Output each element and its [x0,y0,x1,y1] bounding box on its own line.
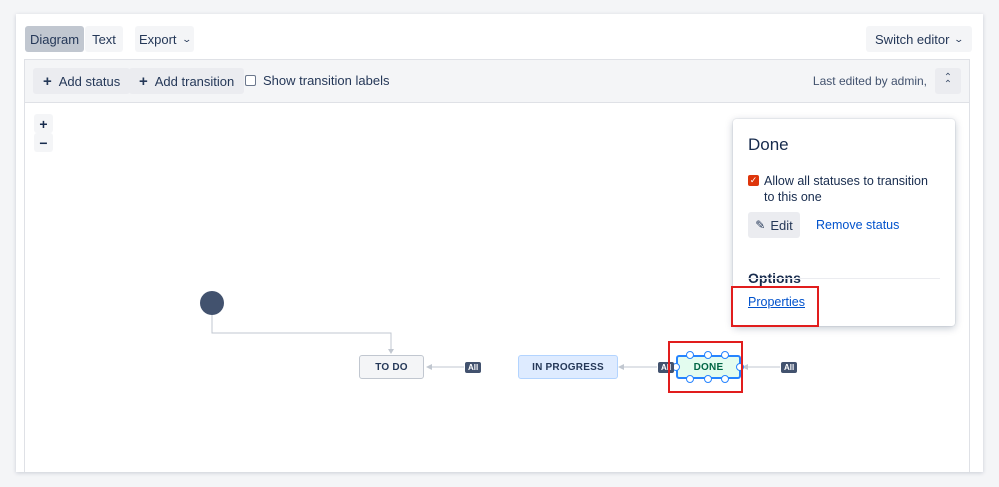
status-todo-label: TO DO [375,361,408,373]
status-todo[interactable]: TO DO [359,355,424,379]
zoom-out-label: − [39,134,48,151]
zoom-out-button[interactable]: − [34,133,53,152]
highlight-box-done [668,341,743,393]
plus-icon: + [43,72,52,90]
add-transition-button[interactable]: + Add transition [129,68,245,94]
plus-icon: + [139,72,148,90]
export-button[interactable]: Export ⌄ [135,26,194,52]
tab-diagram-label: Diagram [29,31,80,47]
all-badge-label: All [784,363,795,372]
export-label: Export [138,31,177,47]
switch-editor-label: Switch editor [875,31,950,47]
chevron-up-icon: ⌃ ⌃ [943,72,953,90]
panel-title: Done [748,135,789,154]
tab-text[interactable]: Text [85,26,123,52]
add-status-button[interactable]: + Add status [33,68,131,94]
show-labels-toggle[interactable]: Show transition labels [245,73,389,88]
remove-status-link[interactable]: Remove status [816,218,899,232]
chevron-down-icon: ⌄ [181,33,192,44]
edit-status-button[interactable]: ✎ Edit [748,212,800,238]
status-in-progress-label: IN PROGRESS [532,361,604,373]
chevron-down-icon: ⌄ [953,33,965,44]
tab-text-label: Text [92,31,116,47]
zoom-in-label: + [39,115,48,132]
editor-toolbar: + Add status + Add transition Show transit… [25,60,969,103]
zoom-in-button[interactable]: + [34,114,53,133]
tab-diagram[interactable]: Diagram [25,26,84,52]
all-badge[interactable]: All [781,362,798,373]
all-badge[interactable]: All [465,362,482,373]
pencil-icon: ✎ [755,218,766,232]
allow-all-checkbox[interactable]: ✓ [748,175,759,186]
switch-editor-button[interactable]: Switch editor ⌄ [866,26,972,52]
collapse-panel-button[interactable]: ⌃ ⌃ [935,68,961,94]
show-labels-checkbox[interactable] [245,75,256,86]
last-edited-text: Last edited by admin, [812,74,927,88]
show-labels-label: Show transition labels [263,73,390,88]
add-transition-label: Add transition [154,73,235,89]
allow-all-label: Allow all statuses to transition to this… [764,174,928,204]
all-badge-label: All [468,363,479,372]
add-status-label: Add status [58,73,121,89]
edit-label: Edit [770,217,793,233]
options-divider [748,278,940,279]
status-in-progress[interactable]: IN PROGRESS [518,355,618,379]
highlight-box-properties [731,286,819,327]
